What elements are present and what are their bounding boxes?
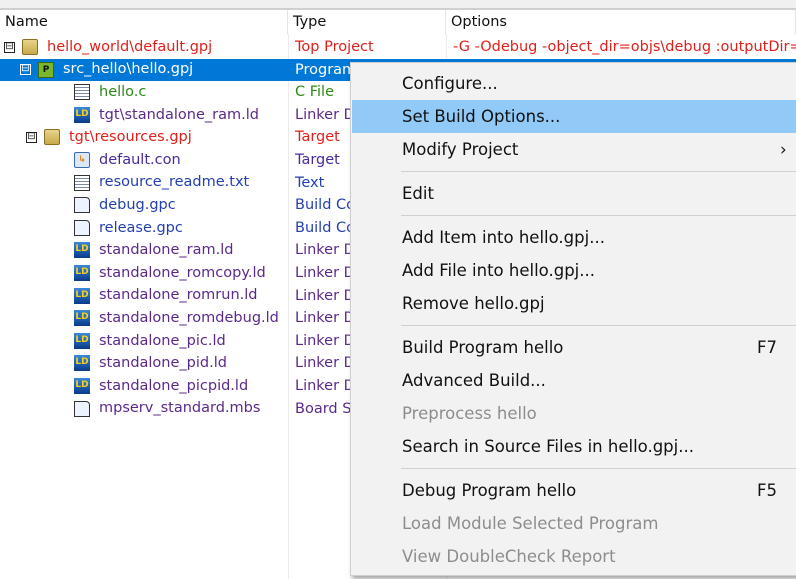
menu-item-set-build-options[interactable]: Set Build Options... — [352, 100, 796, 133]
linker-icon: LD — [74, 332, 90, 349]
column-header: Name Type Options — [0, 10, 796, 34]
collapse-toggle-icon[interactable]: ⊟ — [20, 64, 31, 76]
linker-icon: LD — [74, 287, 90, 304]
menu-item-view-doublecheck-report: View DoubleCheck Report — [352, 540, 796, 573]
text-file-icon — [74, 174, 90, 191]
row-options: -G -Odebug -object_dir=objs\debug :outpu… — [453, 39, 796, 55]
menu-item-label: Add Item into hello.gpj... — [402, 228, 605, 247]
menu-item-label: Debug Program hello — [402, 481, 577, 500]
collapse-toggle-icon[interactable]: ⊟ — [4, 41, 15, 53]
menu-item-label: Remove hello.gpj — [402, 294, 545, 313]
row-name: standalone_pid.ld — [99, 355, 227, 372]
row-name: src_hello\hello.gpj — [63, 61, 194, 78]
menu-item-label: View DoubleCheck Report — [402, 547, 616, 566]
row-name: resource_readme.txt — [99, 174, 250, 191]
menu-item-label: Modify Project — [402, 140, 519, 159]
linker-icon: LD — [74, 265, 90, 281]
linker-icon: LD — [74, 378, 90, 394]
menu-item-label: Search in Source Files in hello.gpj... — [402, 437, 694, 456]
file-icon — [74, 219, 90, 236]
row-name: standalone_ram.ld — [99, 242, 234, 259]
menu-item-search-in-source-files-in-hello-gpj[interactable]: Search in Source Files in hello.gpj... — [352, 430, 796, 463]
menu-item-label: Preprocess hello — [402, 404, 537, 423]
menu-separator — [401, 171, 796, 172]
folder-icon — [44, 129, 60, 146]
row-name: standalone_romcopy.ld — [99, 264, 266, 281]
folder-icon — [22, 39, 38, 55]
row-type: Top Project — [295, 39, 374, 55]
row-name: hello_world\default.gpj — [47, 38, 213, 55]
menu-item-label: Edit — [402, 184, 434, 203]
row-name: tgt\standalone_ram.ld — [99, 106, 259, 123]
menu-item-edit[interactable]: Edit — [352, 177, 796, 210]
row-name: debug.gpc — [99, 196, 176, 213]
linker-icon: LD — [74, 242, 90, 259]
toolbar-strip — [0, 0, 796, 10]
menu-item-build-program-hello[interactable]: Build Program hello F7 — [352, 331, 796, 364]
menu-separator — [401, 215, 796, 216]
menu-separator — [401, 468, 796, 469]
menu-item-debug-program-hello[interactable]: Debug Program hello F5 — [352, 474, 796, 507]
row-name: standalone_picpid.ld — [99, 377, 249, 394]
column-name-header[interactable]: Name — [0, 10, 288, 34]
column-options-header[interactable]: Options — [446, 10, 796, 34]
menu-item-advanced-build[interactable]: Advanced Build... — [352, 364, 796, 397]
linker-icon: LD — [74, 310, 90, 327]
column-type-header[interactable]: Type — [288, 10, 446, 34]
menu-separator — [401, 325, 796, 326]
menu-item-label: Advanced Build... — [402, 371, 546, 390]
row-name: standalone_romrun.ld — [99, 287, 258, 304]
menu-item-label: Add File into hello.gpj... — [402, 261, 595, 280]
menu-item-label: Load Module Selected Program — [402, 514, 659, 533]
menu-item-add-item-into-hello-gpj[interactable]: Add Item into hello.gpj... — [352, 221, 796, 254]
row-name: standalone_romdebug.ld — [99, 309, 279, 326]
menu-item-preprocess-hello: Preprocess hello — [352, 397, 796, 430]
shortcut-label: F5 — [757, 481, 777, 500]
linker-icon: LD — [74, 106, 90, 123]
row-name: hello.c — [99, 83, 147, 100]
menu-item-add-file-into-hello-gpj[interactable]: Add File into hello.gpj... — [352, 254, 796, 287]
menu-item-label: Configure... — [402, 74, 498, 93]
context-menu: Configure... Set Build Options... Modify P… — [350, 62, 796, 576]
linker-icon: LD — [74, 355, 90, 372]
shortcut-label: F7 — [757, 338, 777, 357]
collapse-toggle-icon[interactable]: ⊟ — [26, 131, 37, 143]
file-icon — [74, 400, 90, 417]
tree-row[interactable]: ⊟ hello_world\default.gpj Top Project -G -O… — [0, 36, 796, 59]
program-icon: P — [38, 61, 54, 78]
file-icon — [74, 197, 90, 214]
menu-item-remove-hello-gpj[interactable]: Remove hello.gpj — [352, 287, 796, 320]
connection-icon: ↳ — [74, 152, 90, 168]
row-name: default.con — [99, 151, 181, 168]
row-name: mpserv_standard.mbs — [99, 400, 261, 417]
row-name: release.gpc — [99, 219, 183, 236]
row-name: standalone_pic.ld — [99, 332, 226, 349]
menu-item-load-module-selected-program: Load Module Selected Program — [352, 507, 796, 540]
submenu-arrow-icon: › — [780, 140, 787, 159]
menu-item-modify-project[interactable]: Modify Project › — [352, 133, 796, 166]
c-file-icon — [74, 84, 90, 101]
menu-item-label: Set Build Options... — [402, 107, 561, 126]
menu-item-configure[interactable]: Configure... — [352, 67, 796, 100]
menu-item-label: Build Program hello — [402, 338, 564, 357]
row-name: tgt\resources.gpj — [69, 129, 192, 146]
